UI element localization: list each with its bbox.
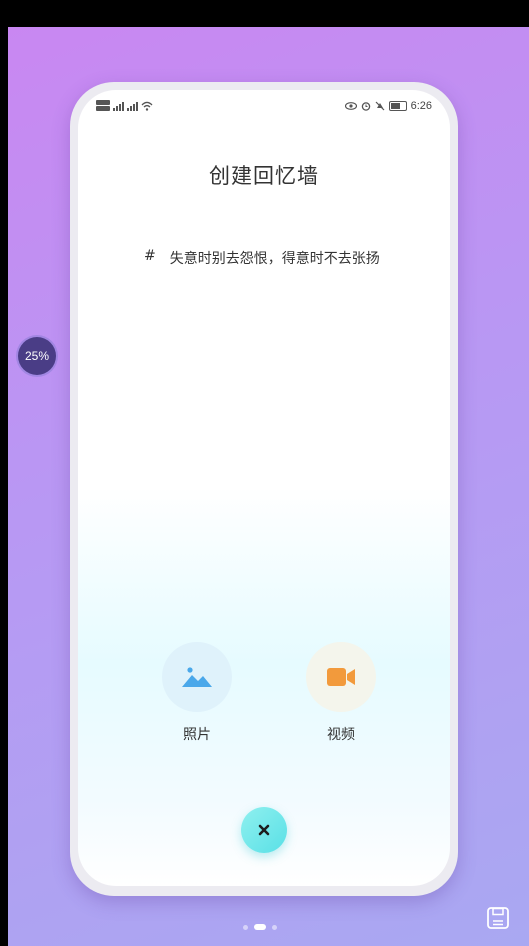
quote-hash: # <box>144 248 156 264</box>
page-dot-active <box>254 924 266 930</box>
progress-badge[interactable]: 25% <box>18 337 56 375</box>
status-time: 6:26 <box>410 100 432 112</box>
status-left <box>96 100 153 111</box>
close-button[interactable] <box>241 807 287 853</box>
video-camera-icon <box>327 668 355 686</box>
wifi-icon <box>141 101 153 111</box>
video-option-label: 视频 <box>327 727 355 743</box>
quote: # 失意时别去怨恨，得意时不去张扬 <box>144 248 380 268</box>
photo-option-label: 照片 <box>183 727 211 743</box>
screen: 6:26 创建回忆墙 # 失意时别去怨恨，得意时不去张扬 照片 视频 25% <box>0 0 529 946</box>
status-right: 6:26 <box>344 100 432 112</box>
alarm-icon <box>361 102 370 111</box>
page-dot <box>272 924 277 930</box>
photo-option-circle[interactable] <box>162 642 232 712</box>
phone-frame: 6:26 创建回忆墙 # 失意时别去怨恨，得意时不去张扬 照片 视频 <box>70 82 458 896</box>
sim-card-icon <box>96 100 110 111</box>
video-option-circle[interactable] <box>306 642 376 712</box>
page-title: 创建回忆墙 <box>209 164 319 188</box>
video-option[interactable]: 视频 <box>301 642 381 744</box>
page-indicator <box>243 924 277 930</box>
page-dot <box>243 924 248 930</box>
close-icon <box>258 824 270 836</box>
eye-icon <box>344 102 357 110</box>
battery-icon <box>388 101 407 111</box>
phone-screen: 6:26 创建回忆墙 # 失意时别去怨恨，得意时不去张扬 照片 视频 <box>78 90 450 886</box>
signal-icon <box>113 101 124 111</box>
quote-text: 失意时别去怨恨，得意时不去张扬 <box>169 251 380 267</box>
save-icon[interactable] <box>486 906 510 930</box>
signal-icon <box>127 101 138 111</box>
photo-option[interactable]: 照片 <box>157 642 237 744</box>
image-icon <box>182 667 212 687</box>
status-bar: 6:26 <box>96 100 432 116</box>
progress-text: 25% <box>24 349 50 363</box>
mute-icon <box>375 101 385 111</box>
